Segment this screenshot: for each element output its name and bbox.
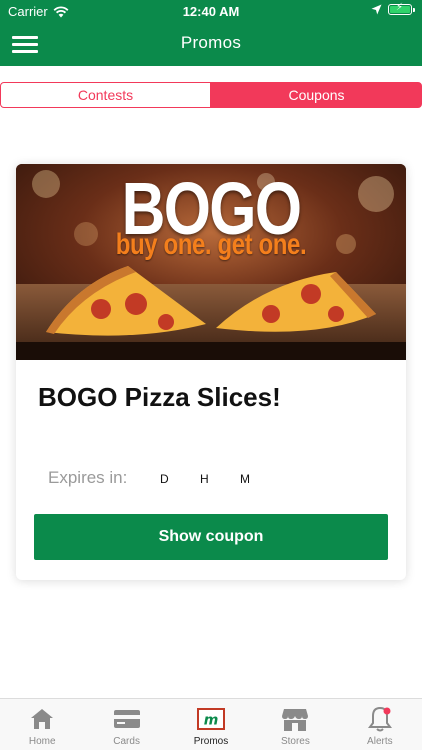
tab-alerts-label: Alerts (367, 736, 393, 747)
bottom-tab-bar: Home Cards m Promos Stores Alerts (0, 698, 422, 750)
tab-stores-label: Stores (280, 736, 310, 747)
days-unit: D (160, 472, 169, 486)
app-header: Carrier 12:40 AM ⚡ Promos (0, 0, 422, 66)
promos-logo-icon: m (196, 705, 226, 733)
expires-label: Expires in: (48, 468, 128, 487)
battery-icon: ⚡ (388, 2, 415, 15)
tab-cards[interactable]: Cards (84, 699, 168, 750)
nav-bar: Promos (0, 22, 422, 66)
show-coupon-button[interactable]: Show coupon (34, 514, 388, 560)
status-time: 12:40 AM (182, 4, 240, 19)
tab-promos[interactable]: m Promos (169, 699, 253, 750)
status-right: ⚡ (371, 2, 415, 15)
tab-home-label: Home (28, 736, 56, 747)
tab-alerts[interactable]: Alerts (338, 699, 422, 750)
status-bar: Carrier 12:40 AM ⚡ (0, 0, 422, 22)
tab-cards-label: Cards (113, 736, 140, 747)
card-icon (112, 705, 142, 733)
svg-text:m: m (204, 713, 219, 729)
expiry-countdown: Expires in: D H M (48, 468, 280, 488)
hours-unit: H (200, 472, 209, 486)
image-tagline: buy one. get one. (115, 228, 307, 261)
tab-contests[interactable]: Contests (0, 82, 211, 108)
bell-icon (365, 705, 395, 733)
minutes-unit: M (240, 472, 250, 486)
coupon-card: BOGO buy one. get one. BOGO Pizza Slices… (16, 164, 406, 580)
tab-coupons[interactable]: Coupons (211, 82, 422, 108)
promo-segmented-control: Contests Coupons (0, 82, 422, 108)
coupon-image: BOGO buy one. get one. (16, 164, 406, 360)
tab-promos-label: Promos (193, 736, 229, 747)
tab-stores[interactable]: Stores (253, 699, 337, 750)
location-arrow-icon (371, 4, 382, 15)
store-icon (280, 705, 310, 733)
tab-home[interactable]: Home (0, 699, 84, 750)
page-title: Promos (180, 33, 242, 52)
home-icon (27, 705, 57, 733)
coupon-title: BOGO Pizza Slices! (38, 382, 281, 412)
